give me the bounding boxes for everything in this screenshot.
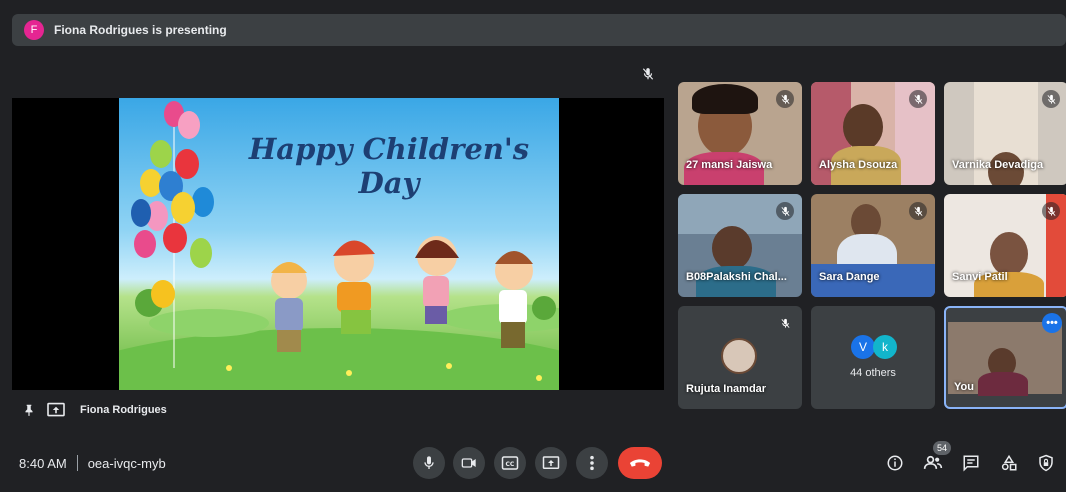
- presenting-text: Fiona Rodrigues is presenting: [54, 23, 227, 37]
- divider: [76, 455, 78, 471]
- camera-button[interactable]: [453, 447, 485, 479]
- clock-time: 8:40 AM: [19, 455, 67, 471]
- mic-off-icon: [776, 314, 794, 332]
- mic-off-icon: [909, 202, 927, 220]
- captions-icon: CC: [501, 456, 519, 470]
- mic-off-icon: [1042, 202, 1060, 220]
- captions-button[interactable]: CC: [494, 447, 526, 479]
- chat-icon: [963, 455, 979, 472]
- svg-text:CC: CC: [506, 461, 515, 468]
- slide-title: Happy Children's Day: [248, 132, 530, 200]
- present-button[interactable]: [535, 447, 567, 479]
- microphone-button[interactable]: [413, 447, 445, 479]
- participant-name: Alysha Dsouza: [819, 159, 898, 171]
- present-screen-icon: [542, 456, 560, 469]
- pin-icon[interactable]: [22, 402, 36, 418]
- leave-call-button[interactable]: [618, 447, 662, 479]
- others-tile[interactable]: V k 44 others: [811, 306, 935, 409]
- stage-footer: Fiona Rodrigues: [22, 402, 167, 418]
- participant-tile[interactable]: Sara Dange: [811, 194, 935, 297]
- participant-tile[interactable]: Sanvi Patil: [944, 194, 1066, 297]
- camera-icon: [461, 458, 476, 468]
- end-call-icon: [629, 459, 651, 467]
- people-button[interactable]: [923, 453, 943, 473]
- more-vert-icon: [590, 455, 594, 471]
- mic-off-icon: [642, 68, 654, 80]
- presentation-stage[interactable]: Happy Children's Day: [12, 98, 664, 390]
- more-options-icon[interactable]: •••: [1042, 313, 1062, 333]
- participant-name: Rujuta Inamdar: [686, 383, 767, 395]
- participant-name: Varnika Devadiga: [952, 159, 1044, 171]
- meeting-info: 8:40 AM oea-ivqc-myb: [19, 455, 166, 471]
- self-tile[interactable]: ••• You: [944, 306, 1066, 409]
- participant-name: 27 mansi Jaiswa: [686, 159, 773, 171]
- activities-button[interactable]: [999, 453, 1019, 473]
- presenting-bar: F Fiona Rodrigues is presenting: [12, 14, 1066, 46]
- participant-name: Sara Dange: [819, 271, 880, 283]
- present-screen-icon: [47, 402, 65, 417]
- mic-off-icon: [1042, 90, 1060, 108]
- mic-off-icon: [909, 90, 927, 108]
- shield-lock-icon: [1039, 454, 1053, 472]
- others-label: 44 others: [850, 367, 896, 379]
- presenter-avatar: F: [24, 20, 44, 40]
- meeting-details-button[interactable]: [885, 453, 905, 473]
- participant-name: B08Palakshi Chal...: [686, 271, 787, 283]
- participant-tile[interactable]: 27 mansi Jaiswa: [678, 82, 802, 185]
- participant-tile[interactable]: Rujuta Inamdar: [678, 306, 802, 409]
- participant-tile[interactable]: B08Palakshi Chal...: [678, 194, 802, 297]
- host-controls-button[interactable]: [1036, 453, 1056, 473]
- participant-tile[interactable]: Alysha Dsouza: [811, 82, 935, 185]
- people-icon: [923, 455, 943, 469]
- mic-off-icon: [776, 202, 794, 220]
- participant-avatar: [721, 338, 757, 374]
- presentation-slide: Happy Children's Day: [119, 98, 559, 390]
- participant-name: Sanvi Patil: [952, 271, 1008, 283]
- microphone-icon: [424, 456, 434, 469]
- info-icon: [887, 455, 903, 471]
- more-options-button[interactable]: [576, 447, 608, 479]
- activities-icon: [1001, 454, 1017, 471]
- presenter-name-label: Fiona Rodrigues: [80, 404, 167, 416]
- participant-tile[interactable]: Varnika Devadiga: [944, 82, 1066, 185]
- mic-off-icon: [776, 90, 794, 108]
- self-name: You: [954, 381, 974, 393]
- other-avatar: k: [873, 335, 897, 359]
- other-avatar: V: [851, 335, 875, 359]
- chat-button[interactable]: [961, 453, 981, 473]
- meeting-code: oea-ivqc-myb: [87, 455, 166, 471]
